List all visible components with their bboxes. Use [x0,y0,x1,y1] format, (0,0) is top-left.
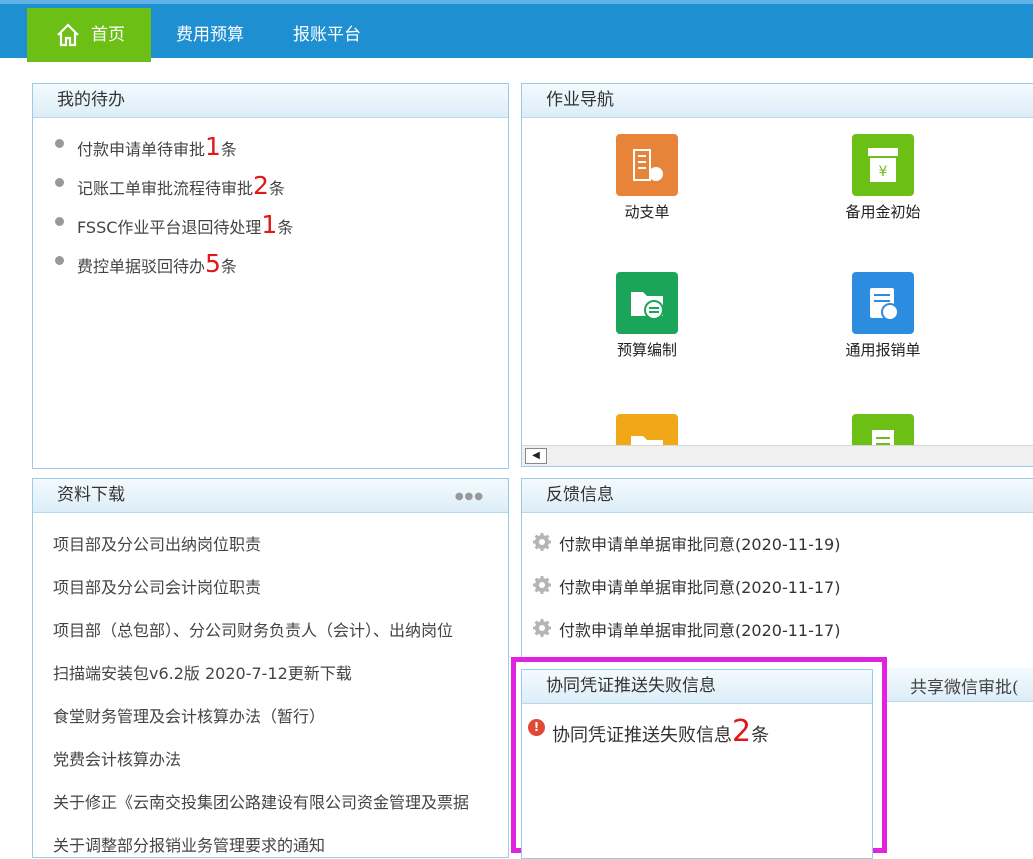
nav-tile-label: 动支单 [624,203,670,221]
todo-panel: 我的待办 付款申请单待审批1条 记账工单审批流程待审批2条 FSSC作业平台退回待处… [32,83,509,469]
download-link[interactable]: 党费会计核算办法 [53,746,469,789]
folder-exchange-icon [616,272,678,334]
download-link[interactable]: 关于调整部分报销业务管理要求的通知 [53,832,469,857]
sync-fail-text: 协同凭证推送失败信息 [552,725,732,746]
todo-item-count: 5 [205,249,221,278]
nav-tile[interactable]: ¥ 备用金初始 [818,134,948,222]
feedback-item-text: 付款申请单单据审批同意(2020-11-19) [559,535,841,554]
todo-item-text: 费控单据驳回待办5条 [77,251,237,277]
sync-fail-count: 2 [732,714,752,749]
nav-tile-label: 预算编制 [616,341,677,359]
todo-panel-header: 我的待办 [33,84,508,118]
bullet-icon [55,139,64,148]
top-nav-bar: 首页 费用预算 报账平台 [0,0,1033,62]
horizontal-scrollbar[interactable]: ◀ [522,445,1033,466]
sync-fail-unit: 条 [751,725,770,746]
gear-icon [533,619,551,637]
todo-item-text: 付款申请单待审批1条 [77,134,237,160]
todo-item-count: 2 [253,171,269,200]
nav-home-tab[interactable]: 首页 [27,8,151,62]
download-link[interactable]: 项目部及分公司出纳岗位职责 [53,531,469,574]
download-link[interactable]: 食堂财务管理及会计核算办法（暂行） [53,703,469,746]
todo-item-unit: 条 [220,257,237,276]
nav-tile[interactable]: 动支单 [582,134,712,222]
scroll-left-button[interactable]: ◀ [525,448,547,464]
nav-tile[interactable]: 预算编制 [582,272,712,360]
gear-icon [533,533,551,551]
sync-fail-panel: 协同凭证推送失败信息 ! 协同凭证推送失败信息2条 [521,669,873,859]
nav-home-label: 首页 [91,25,125,45]
sync-fail-panel-header: 协同凭证推送失败信息 [522,670,872,704]
gear-icon [533,576,551,594]
receipt-icon [852,272,914,334]
bullet-icon [55,217,64,226]
todo-item-text: FSSC作业平台退回待处理1条 [77,212,294,238]
todo-item-text: 记账工单审批流程待审批2条 [77,173,285,199]
downloads-panel: 资料下载 ●●● 项目部及分公司出纳岗位职责 项目部及分公司会计岗位职责 项目部（总… [32,478,509,858]
wechat-panel-title[interactable]: 共享微信审批( [910,673,1019,698]
download-link[interactable]: 项目部（总包部）、分公司财务负责人（会计）、出纳岗位 [53,617,469,660]
feedback-panel-header: 反馈信息 [522,479,1033,513]
download-link[interactable]: 关于修正《云南交投集团公路建设有限公司资金管理及票据 [53,789,469,832]
nav-panel-header: 作业导航 [522,84,1033,118]
sync-fail-panel-title: 协同凭证推送失败信息 [546,676,716,696]
todo-item-label: 记账工单审批流程待审批 [77,179,254,198]
feedback-item-text: 付款申请单单据审批同意(2020-11-17) [559,621,841,640]
building-doc-icon [616,134,678,196]
todo-item-count: 1 [205,132,221,161]
nav-budget-tab[interactable]: 费用预算 [152,8,268,62]
todo-item-label: 付款申请单待审批 [77,140,206,159]
bullet-icon [55,178,64,187]
sync-fail-item[interactable]: 协同凭证推送失败信息2条 [552,714,769,749]
todo-item-unit: 条 [220,140,237,159]
download-link[interactable]: 项目部及分公司会计岗位职责 [53,574,469,617]
nav-tile[interactable]: 通用报销单 [818,272,948,360]
downloads-list: 项目部及分公司出纳岗位职责 项目部及分公司会计岗位职责 项目部（总包部）、分公司财务… [53,531,469,857]
feedback-item-text: 付款申请单单据审批同意(2020-11-17) [559,578,841,597]
nav-panel: 作业导航 动支单 ¥ 备用金初始预算编制 通用报销单 ◀ [521,83,1033,467]
home-icon [57,23,79,47]
todo-item-unit: 条 [268,179,285,198]
downloads-panel-header: 资料下载 ●●● [33,479,508,513]
highlight-box: 协同凭证推送失败信息 ! 协同凭证推送失败信息2条 [511,657,887,859]
todo-item-count: 1 [261,210,278,239]
error-icon: ! [528,719,545,736]
yen-box-icon: ¥ [852,134,914,196]
nav-report-tab[interactable]: 报账平台 [268,8,386,62]
more-icon[interactable]: ●●● [455,491,484,502]
feedback-panel-title: 反馈信息 [546,485,614,505]
todo-item-label: 费控单据驳回待办 [77,257,206,276]
nav-tile-label: 通用报销单 [845,341,921,359]
download-link[interactable]: 扫描端安装包v6.2版 2020-7-12更新下载 [53,660,469,703]
downloads-panel-title: 资料下载 [57,485,125,505]
svg-text:¥: ¥ [879,164,888,180]
feedback-panel: 反馈信息 付款申请单单据审批同意(2020-11-19) 付款申请单单据审批同意(… [521,478,1033,658]
nav-panel-title: 作业导航 [546,90,614,110]
todo-panel-title: 我的待办 [57,90,125,110]
todo-item-unit: 条 [277,218,294,237]
bullet-icon [55,256,64,265]
nav-tile-label: 备用金初始 [845,203,921,221]
todo-item-label: FSSC作业平台退回待处理 [77,218,262,237]
